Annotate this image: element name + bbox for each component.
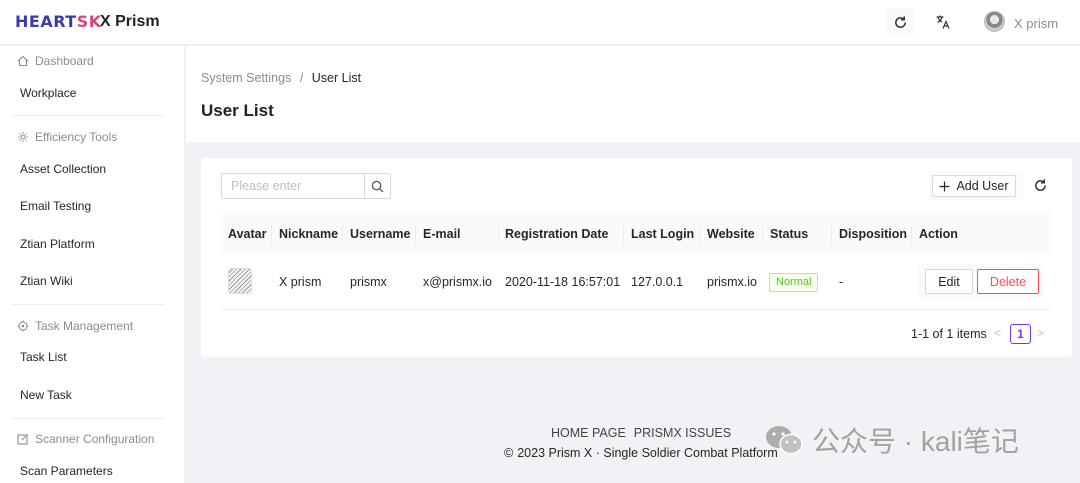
target-icon: [17, 320, 29, 332]
column-header-email: E-mail: [423, 227, 461, 241]
search-button[interactable]: [364, 173, 391, 199]
cell-email: x@prismx.io: [423, 275, 492, 289]
add-user-wrapper: Add User: [929, 172, 1023, 200]
cell-registration-date: 2020-11-18 16:57:01: [505, 275, 621, 289]
page-title: User List: [201, 101, 274, 120]
column-separator: [623, 226, 624, 244]
column-header-status: Status: [770, 227, 809, 241]
search-icon: [371, 180, 384, 193]
user-avatar[interactable]: [984, 11, 1005, 32]
home-icon: [17, 55, 29, 67]
row-avatar: [228, 268, 252, 294]
next-page-button[interactable]: >: [1037, 326, 1044, 340]
sidebar-item-ztian-wiki[interactable]: Ztian Wiki: [20, 274, 73, 288]
sidebar-item-scan-parameters[interactable]: Scan Parameters: [20, 464, 113, 478]
footer-copyright: © 2023 Prism X · Single Soldier Combat P…: [504, 446, 778, 460]
sidebar-group-dashboard[interactable]: Dashboard: [17, 54, 94, 68]
column-header-last-login: Last Login: [631, 227, 695, 241]
page-header: System Settings / User List User List: [186, 46, 1080, 142]
sidebar: Dashboard Workplace Efficiency Tools Ass…: [0, 46, 185, 483]
copyright-text: 2023 Prism X · Single Soldier Combat Pla…: [517, 446, 778, 460]
search-input[interactable]: [221, 173, 364, 199]
plus-icon: [939, 181, 950, 191]
column-separator: [699, 226, 700, 244]
column-separator: [342, 226, 343, 244]
footer-link-issues[interactable]: PRISMX ISSUES: [634, 426, 731, 440]
sidebar-item-email-testing[interactable]: Email Testing: [20, 199, 91, 213]
cell-disposition: -: [839, 275, 844, 289]
user-list-card: Add User Avatar Nickname Username E-mail…: [201, 158, 1072, 357]
cell-username: prismx: [350, 275, 387, 289]
column-header-nickname: Nickname: [279, 227, 339, 241]
breadcrumb-parent[interactable]: System Settings: [201, 71, 291, 85]
breadcrumb-separator: /: [299, 71, 304, 85]
column-header-avatar: Avatar: [228, 227, 267, 241]
sidebar-group-scanner-configuration[interactable]: Scanner Configuration: [17, 432, 154, 446]
search-box: [221, 173, 391, 199]
breadcrumb: System Settings / User List: [201, 71, 361, 85]
copyright-icon: ©: [504, 446, 514, 460]
sidebar-item-task-list[interactable]: Task List: [20, 350, 67, 364]
column-header-username: Username: [350, 227, 411, 241]
edit-button[interactable]: Edit: [925, 269, 973, 294]
table-header: Avatar Nickname Username E-mail Registra…: [221, 214, 1052, 254]
watermark-text: 公众号 · kali笔记: [812, 426, 1019, 457]
table-row: X prism prismx x@prismx.io 2020-11-18 16…: [221, 254, 1052, 310]
breadcrumb-current: User List: [311, 71, 362, 85]
cell-nickname: X prism: [279, 275, 322, 289]
column-separator: [498, 226, 499, 244]
add-user-button[interactable]: Add User: [932, 175, 1016, 197]
row-actions: Edit Delete: [918, 264, 1044, 298]
column-separator: [831, 226, 832, 244]
sidebar-item-workplace[interactable]: Workplace: [20, 86, 76, 100]
column-separator: [271, 226, 272, 244]
sidebar-group-task-management[interactable]: Task Management: [17, 319, 133, 333]
column-header-website: Website: [707, 227, 755, 241]
gear-icon: [18, 132, 28, 142]
page-1-button[interactable]: 1: [1010, 324, 1031, 344]
column-header-registration-date: Registration Date: [505, 227, 609, 241]
watermark: 公众号 · kali笔记: [764, 420, 1019, 460]
prev-page-button[interactable]: <: [994, 326, 1001, 340]
cell-last-login: 127.0.0.1: [631, 275, 684, 289]
translate-icon[interactable]: [929, 8, 957, 36]
column-header-action: Action: [919, 227, 958, 241]
brand-logo[interactable]: HEARTSK: [15, 12, 102, 31]
column-separator: [415, 226, 416, 244]
app-title: X Prism: [100, 13, 160, 30]
footer-link-home[interactable]: HOME PAGE: [551, 426, 626, 440]
status-badge: Normal: [769, 273, 819, 292]
cell-website: prismx.io: [707, 275, 758, 289]
pagination-total: 1-1 of 1 items: [911, 327, 987, 341]
user-name[interactable]: X prism: [1014, 16, 1058, 31]
sidebar-divider: [12, 304, 164, 305]
sidebar-item-new-task[interactable]: New Task: [20, 388, 72, 402]
column-separator: [762, 226, 763, 244]
sidebar-item-asset-collection[interactable]: Asset Collection: [20, 162, 106, 176]
sidebar-group-efficiency-tools[interactable]: Efficiency Tools: [17, 130, 117, 144]
sidebar-item-ztian-platform[interactable]: Ztian Platform: [20, 237, 95, 251]
top-header: HEARTSK X Prism X prism: [0, 0, 1080, 45]
sidebar-divider: [12, 418, 164, 419]
wechat-icon: [764, 423, 804, 457]
delete-button[interactable]: Delete: [977, 269, 1039, 294]
column-separator: [911, 226, 912, 244]
reload-icon[interactable]: [1033, 178, 1048, 196]
edit-icon: [17, 434, 28, 445]
sidebar-divider: [12, 115, 164, 116]
column-header-disposition: Disposition: [839, 227, 908, 241]
reload-icon[interactable]: [886, 8, 914, 36]
footer-links: HOME PAGE PRISMX ISSUES: [551, 426, 731, 440]
